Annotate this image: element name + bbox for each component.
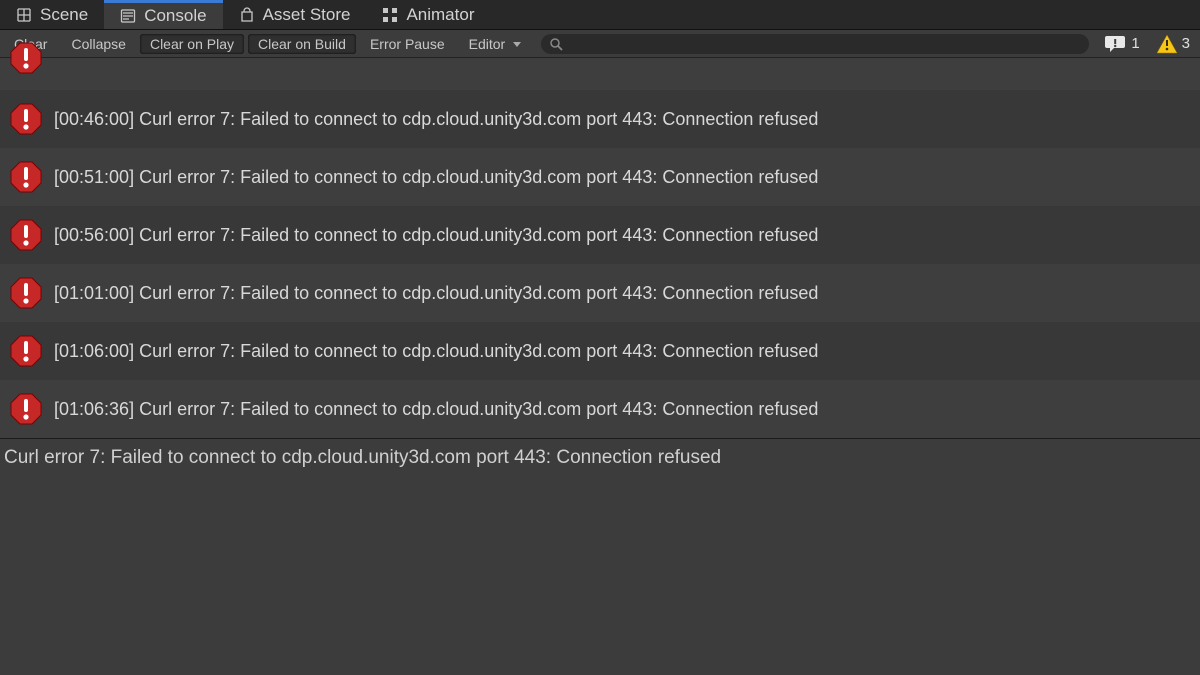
- log-message: [01:01:00] Curl error 7: Failed to conne…: [54, 283, 818, 304]
- tab-bar: Scene Console Asset Store Animator: [0, 0, 1200, 30]
- collapse-button[interactable]: Collapse: [61, 34, 135, 54]
- tab-asset-store-label: Asset Store: [263, 5, 351, 25]
- info-counter[interactable]: 1: [1099, 34, 1145, 54]
- error-icon: [10, 103, 42, 135]
- error-pause-button[interactable]: Error Pause: [360, 34, 455, 54]
- console-icon: [120, 8, 136, 24]
- error-icon: [10, 219, 42, 251]
- warning-icon: [1156, 34, 1178, 54]
- asset-store-icon: [239, 7, 255, 23]
- tab-console[interactable]: Console: [104, 0, 222, 29]
- log-entry[interactable]: [01:06:36] Curl error 7: Failed to conne…: [0, 380, 1200, 438]
- warning-counter[interactable]: 3: [1150, 34, 1196, 54]
- console-log-list: [00:46:00] Curl error 7: Failed to conne…: [0, 58, 1200, 438]
- log-entry[interactable]: [0, 58, 1200, 90]
- detail-text: Curl error 7: Failed to connect to cdp.c…: [4, 447, 721, 468]
- tab-scene-label: Scene: [40, 5, 88, 25]
- chevron-down-icon: [513, 42, 521, 47]
- editor-dropdown-label: Editor: [469, 36, 506, 52]
- log-message: [00:56:00] Curl error 7: Failed to conne…: [54, 225, 818, 246]
- animator-icon: [382, 7, 398, 23]
- error-icon: [10, 277, 42, 309]
- error-icon: [10, 393, 42, 425]
- info-icon: [1105, 34, 1127, 54]
- search-field-wrap[interactable]: [541, 34, 1089, 54]
- log-entry[interactable]: [00:51:00] Curl error 7: Failed to conne…: [0, 148, 1200, 206]
- log-entry[interactable]: [00:56:00] Curl error 7: Failed to conne…: [0, 206, 1200, 264]
- log-message: [01:06:36] Curl error 7: Failed to conne…: [54, 399, 818, 420]
- log-entry[interactable]: [01:06:00] Curl error 7: Failed to conne…: [0, 322, 1200, 380]
- clear-on-play-button[interactable]: Clear on Play: [140, 34, 244, 54]
- error-icon: [10, 335, 42, 367]
- warning-count: 3: [1182, 35, 1190, 52]
- log-entry[interactable]: [00:46:00] Curl error 7: Failed to conne…: [0, 90, 1200, 148]
- info-count: 1: [1131, 35, 1139, 52]
- error-icon: [10, 161, 42, 193]
- tab-animator[interactable]: Animator: [366, 0, 490, 29]
- console-detail-panel: Curl error 7: Failed to connect to cdp.c…: [0, 438, 1200, 648]
- log-message: [00:51:00] Curl error 7: Failed to conne…: [54, 167, 818, 188]
- tab-animator-label: Animator: [406, 5, 474, 25]
- log-message: [00:46:00] Curl error 7: Failed to conne…: [54, 109, 818, 130]
- editor-dropdown[interactable]: Editor: [459, 34, 531, 54]
- log-message: [01:06:00] Curl error 7: Failed to conne…: [54, 341, 818, 362]
- tab-console-label: Console: [144, 6, 206, 26]
- console-toolbar: Clear Collapse Clear on Play Clear on Bu…: [0, 30, 1200, 58]
- scene-icon: [16, 7, 32, 23]
- tab-asset-store[interactable]: Asset Store: [223, 0, 367, 29]
- error-icon: [10, 42, 42, 74]
- log-entry[interactable]: [01:01:00] Curl error 7: Failed to conne…: [0, 264, 1200, 322]
- tab-scene[interactable]: Scene: [0, 0, 104, 29]
- search-input[interactable]: [569, 36, 1081, 51]
- clear-on-build-button[interactable]: Clear on Build: [248, 34, 356, 54]
- search-icon: [549, 37, 563, 51]
